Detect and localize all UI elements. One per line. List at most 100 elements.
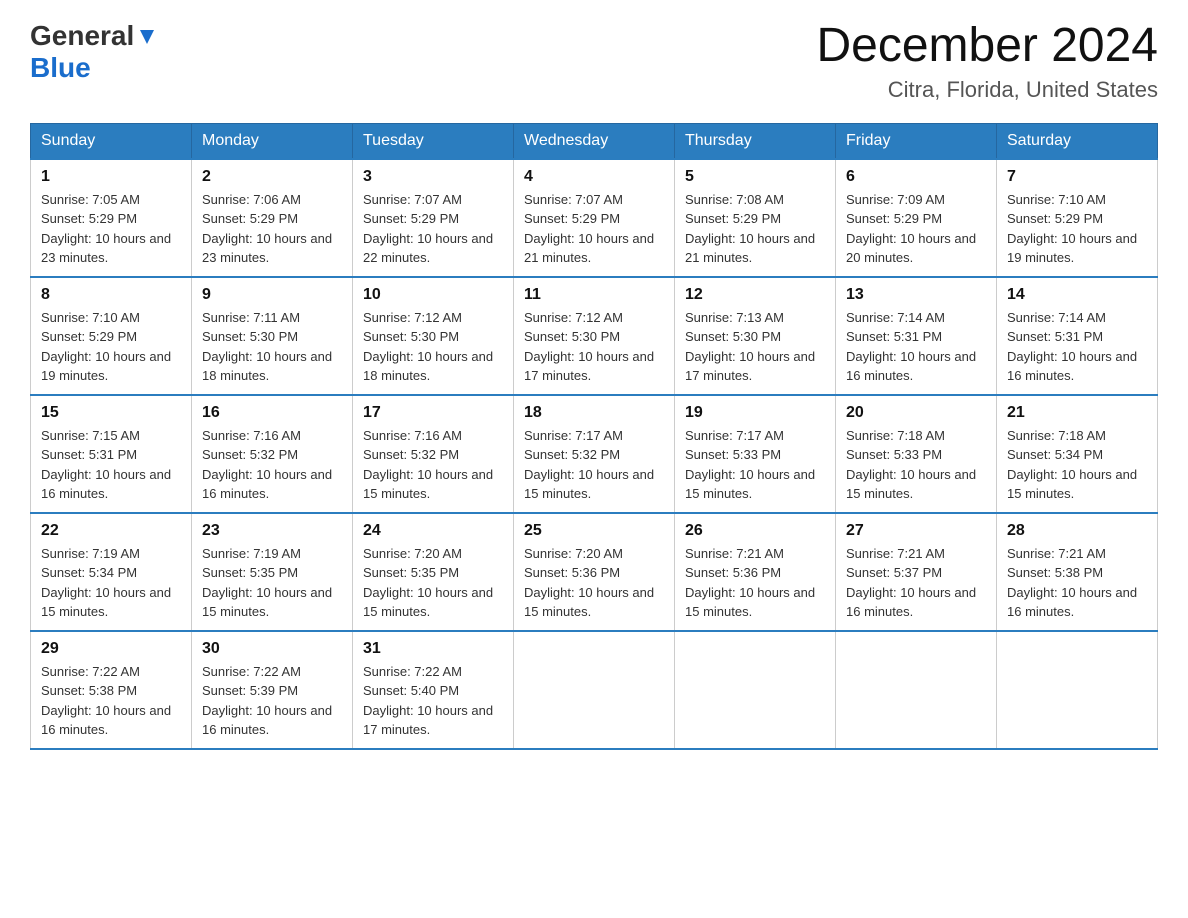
- day-number: 3: [363, 168, 503, 186]
- day-info: Sunrise: 7:11 AMSunset: 5:30 PMDaylight:…: [202, 310, 332, 384]
- calendar-day-cell: 22 Sunrise: 7:19 AMSunset: 5:34 PMDaylig…: [31, 513, 192, 631]
- calendar-day-cell: [836, 631, 997, 749]
- day-number: 21: [1007, 404, 1147, 422]
- calendar-header-row: SundayMondayTuesdayWednesdayThursdayFrid…: [31, 123, 1158, 159]
- day-number: 15: [41, 404, 181, 422]
- calendar-day-cell: 21 Sunrise: 7:18 AMSunset: 5:34 PMDaylig…: [997, 395, 1158, 513]
- logo-general-text: General: [30, 20, 134, 52]
- day-info: Sunrise: 7:22 AMSunset: 5:39 PMDaylight:…: [202, 664, 332, 738]
- day-number: 5: [685, 168, 825, 186]
- day-number: 29: [41, 640, 181, 658]
- day-number: 31: [363, 640, 503, 658]
- logo-blue-text: Blue: [30, 52, 91, 83]
- day-info: Sunrise: 7:12 AMSunset: 5:30 PMDaylight:…: [524, 310, 654, 384]
- calendar-day-cell: 17 Sunrise: 7:16 AMSunset: 5:32 PMDaylig…: [353, 395, 514, 513]
- day-number: 10: [363, 286, 503, 304]
- day-info: Sunrise: 7:14 AMSunset: 5:31 PMDaylight:…: [846, 310, 976, 384]
- calendar-week-row: 22 Sunrise: 7:19 AMSunset: 5:34 PMDaylig…: [31, 513, 1158, 631]
- day-info: Sunrise: 7:10 AMSunset: 5:29 PMDaylight:…: [41, 310, 171, 384]
- day-number: 11: [524, 286, 664, 304]
- day-info: Sunrise: 7:07 AMSunset: 5:29 PMDaylight:…: [363, 192, 493, 266]
- calendar-day-cell: 13 Sunrise: 7:14 AMSunset: 5:31 PMDaylig…: [836, 277, 997, 395]
- day-info: Sunrise: 7:08 AMSunset: 5:29 PMDaylight:…: [685, 192, 815, 266]
- calendar-day-cell: [514, 631, 675, 749]
- day-number: 16: [202, 404, 342, 422]
- day-of-week-header: Monday: [192, 123, 353, 159]
- day-info: Sunrise: 7:17 AMSunset: 5:32 PMDaylight:…: [524, 428, 654, 502]
- calendar-week-row: 1 Sunrise: 7:05 AMSunset: 5:29 PMDayligh…: [31, 159, 1158, 277]
- calendar-week-row: 8 Sunrise: 7:10 AMSunset: 5:29 PMDayligh…: [31, 277, 1158, 395]
- location-subtitle: Citra, Florida, United States: [816, 77, 1158, 103]
- calendar-day-cell: 15 Sunrise: 7:15 AMSunset: 5:31 PMDaylig…: [31, 395, 192, 513]
- day-of-week-header: Sunday: [31, 123, 192, 159]
- calendar-day-cell: 18 Sunrise: 7:17 AMSunset: 5:32 PMDaylig…: [514, 395, 675, 513]
- day-number: 23: [202, 522, 342, 540]
- day-info: Sunrise: 7:22 AMSunset: 5:40 PMDaylight:…: [363, 664, 493, 738]
- calendar-day-cell: 9 Sunrise: 7:11 AMSunset: 5:30 PMDayligh…: [192, 277, 353, 395]
- calendar-week-row: 29 Sunrise: 7:22 AMSunset: 5:38 PMDaylig…: [31, 631, 1158, 749]
- day-of-week-header: Tuesday: [353, 123, 514, 159]
- day-number: 8: [41, 286, 181, 304]
- day-number: 18: [524, 404, 664, 422]
- day-info: Sunrise: 7:15 AMSunset: 5:31 PMDaylight:…: [41, 428, 171, 502]
- day-number: 22: [41, 522, 181, 540]
- day-info: Sunrise: 7:17 AMSunset: 5:33 PMDaylight:…: [685, 428, 815, 502]
- calendar-day-cell: 27 Sunrise: 7:21 AMSunset: 5:37 PMDaylig…: [836, 513, 997, 631]
- day-number: 25: [524, 522, 664, 540]
- calendar-day-cell: 28 Sunrise: 7:21 AMSunset: 5:38 PMDaylig…: [997, 513, 1158, 631]
- day-info: Sunrise: 7:21 AMSunset: 5:38 PMDaylight:…: [1007, 546, 1137, 620]
- day-number: 7: [1007, 168, 1147, 186]
- calendar-day-cell: 5 Sunrise: 7:08 AMSunset: 5:29 PMDayligh…: [675, 159, 836, 277]
- day-of-week-header: Friday: [836, 123, 997, 159]
- calendar-day-cell: 14 Sunrise: 7:14 AMSunset: 5:31 PMDaylig…: [997, 277, 1158, 395]
- calendar-day-cell: 26 Sunrise: 7:21 AMSunset: 5:36 PMDaylig…: [675, 513, 836, 631]
- calendar-day-cell: 24 Sunrise: 7:20 AMSunset: 5:35 PMDaylig…: [353, 513, 514, 631]
- day-info: Sunrise: 7:05 AMSunset: 5:29 PMDaylight:…: [41, 192, 171, 266]
- day-info: Sunrise: 7:19 AMSunset: 5:35 PMDaylight:…: [202, 546, 332, 620]
- calendar-day-cell: 2 Sunrise: 7:06 AMSunset: 5:29 PMDayligh…: [192, 159, 353, 277]
- calendar-day-cell: 29 Sunrise: 7:22 AMSunset: 5:38 PMDaylig…: [31, 631, 192, 749]
- day-number: 12: [685, 286, 825, 304]
- calendar-day-cell: 20 Sunrise: 7:18 AMSunset: 5:33 PMDaylig…: [836, 395, 997, 513]
- calendar-table: SundayMondayTuesdayWednesdayThursdayFrid…: [30, 123, 1158, 750]
- day-info: Sunrise: 7:20 AMSunset: 5:36 PMDaylight:…: [524, 546, 654, 620]
- day-number: 27: [846, 522, 986, 540]
- day-number: 30: [202, 640, 342, 658]
- day-number: 14: [1007, 286, 1147, 304]
- day-info: Sunrise: 7:06 AMSunset: 5:29 PMDaylight:…: [202, 192, 332, 266]
- month-title: December 2024: [816, 20, 1158, 73]
- day-number: 19: [685, 404, 825, 422]
- day-number: 4: [524, 168, 664, 186]
- calendar-day-cell: 8 Sunrise: 7:10 AMSunset: 5:29 PMDayligh…: [31, 277, 192, 395]
- calendar-day-cell: 11 Sunrise: 7:12 AMSunset: 5:30 PMDaylig…: [514, 277, 675, 395]
- day-info: Sunrise: 7:14 AMSunset: 5:31 PMDaylight:…: [1007, 310, 1137, 384]
- day-info: Sunrise: 7:21 AMSunset: 5:36 PMDaylight:…: [685, 546, 815, 620]
- calendar-day-cell: 4 Sunrise: 7:07 AMSunset: 5:29 PMDayligh…: [514, 159, 675, 277]
- day-number: 28: [1007, 522, 1147, 540]
- day-number: 24: [363, 522, 503, 540]
- calendar-day-cell: [675, 631, 836, 749]
- day-info: Sunrise: 7:18 AMSunset: 5:34 PMDaylight:…: [1007, 428, 1137, 502]
- calendar-day-cell: 10 Sunrise: 7:12 AMSunset: 5:30 PMDaylig…: [353, 277, 514, 395]
- calendar-day-cell: 12 Sunrise: 7:13 AMSunset: 5:30 PMDaylig…: [675, 277, 836, 395]
- day-number: 2: [202, 168, 342, 186]
- day-info: Sunrise: 7:18 AMSunset: 5:33 PMDaylight:…: [846, 428, 976, 502]
- day-info: Sunrise: 7:10 AMSunset: 5:29 PMDaylight:…: [1007, 192, 1137, 266]
- page-header: General Blue December 2024 Citra, Florid…: [30, 20, 1158, 103]
- day-info: Sunrise: 7:20 AMSunset: 5:35 PMDaylight:…: [363, 546, 493, 620]
- calendar-day-cell: 25 Sunrise: 7:20 AMSunset: 5:36 PMDaylig…: [514, 513, 675, 631]
- calendar-day-cell: 1 Sunrise: 7:05 AMSunset: 5:29 PMDayligh…: [31, 159, 192, 277]
- day-number: 26: [685, 522, 825, 540]
- calendar-day-cell: [997, 631, 1158, 749]
- day-info: Sunrise: 7:12 AMSunset: 5:30 PMDaylight:…: [363, 310, 493, 384]
- title-section: December 2024 Citra, Florida, United Sta…: [816, 20, 1158, 103]
- day-number: 6: [846, 168, 986, 186]
- day-number: 20: [846, 404, 986, 422]
- logo: General Blue: [30, 20, 158, 84]
- day-info: Sunrise: 7:16 AMSunset: 5:32 PMDaylight:…: [363, 428, 493, 502]
- calendar-day-cell: 7 Sunrise: 7:10 AMSunset: 5:29 PMDayligh…: [997, 159, 1158, 277]
- day-number: 9: [202, 286, 342, 304]
- calendar-day-cell: 19 Sunrise: 7:17 AMSunset: 5:33 PMDaylig…: [675, 395, 836, 513]
- calendar-day-cell: 16 Sunrise: 7:16 AMSunset: 5:32 PMDaylig…: [192, 395, 353, 513]
- day-info: Sunrise: 7:19 AMSunset: 5:34 PMDaylight:…: [41, 546, 171, 620]
